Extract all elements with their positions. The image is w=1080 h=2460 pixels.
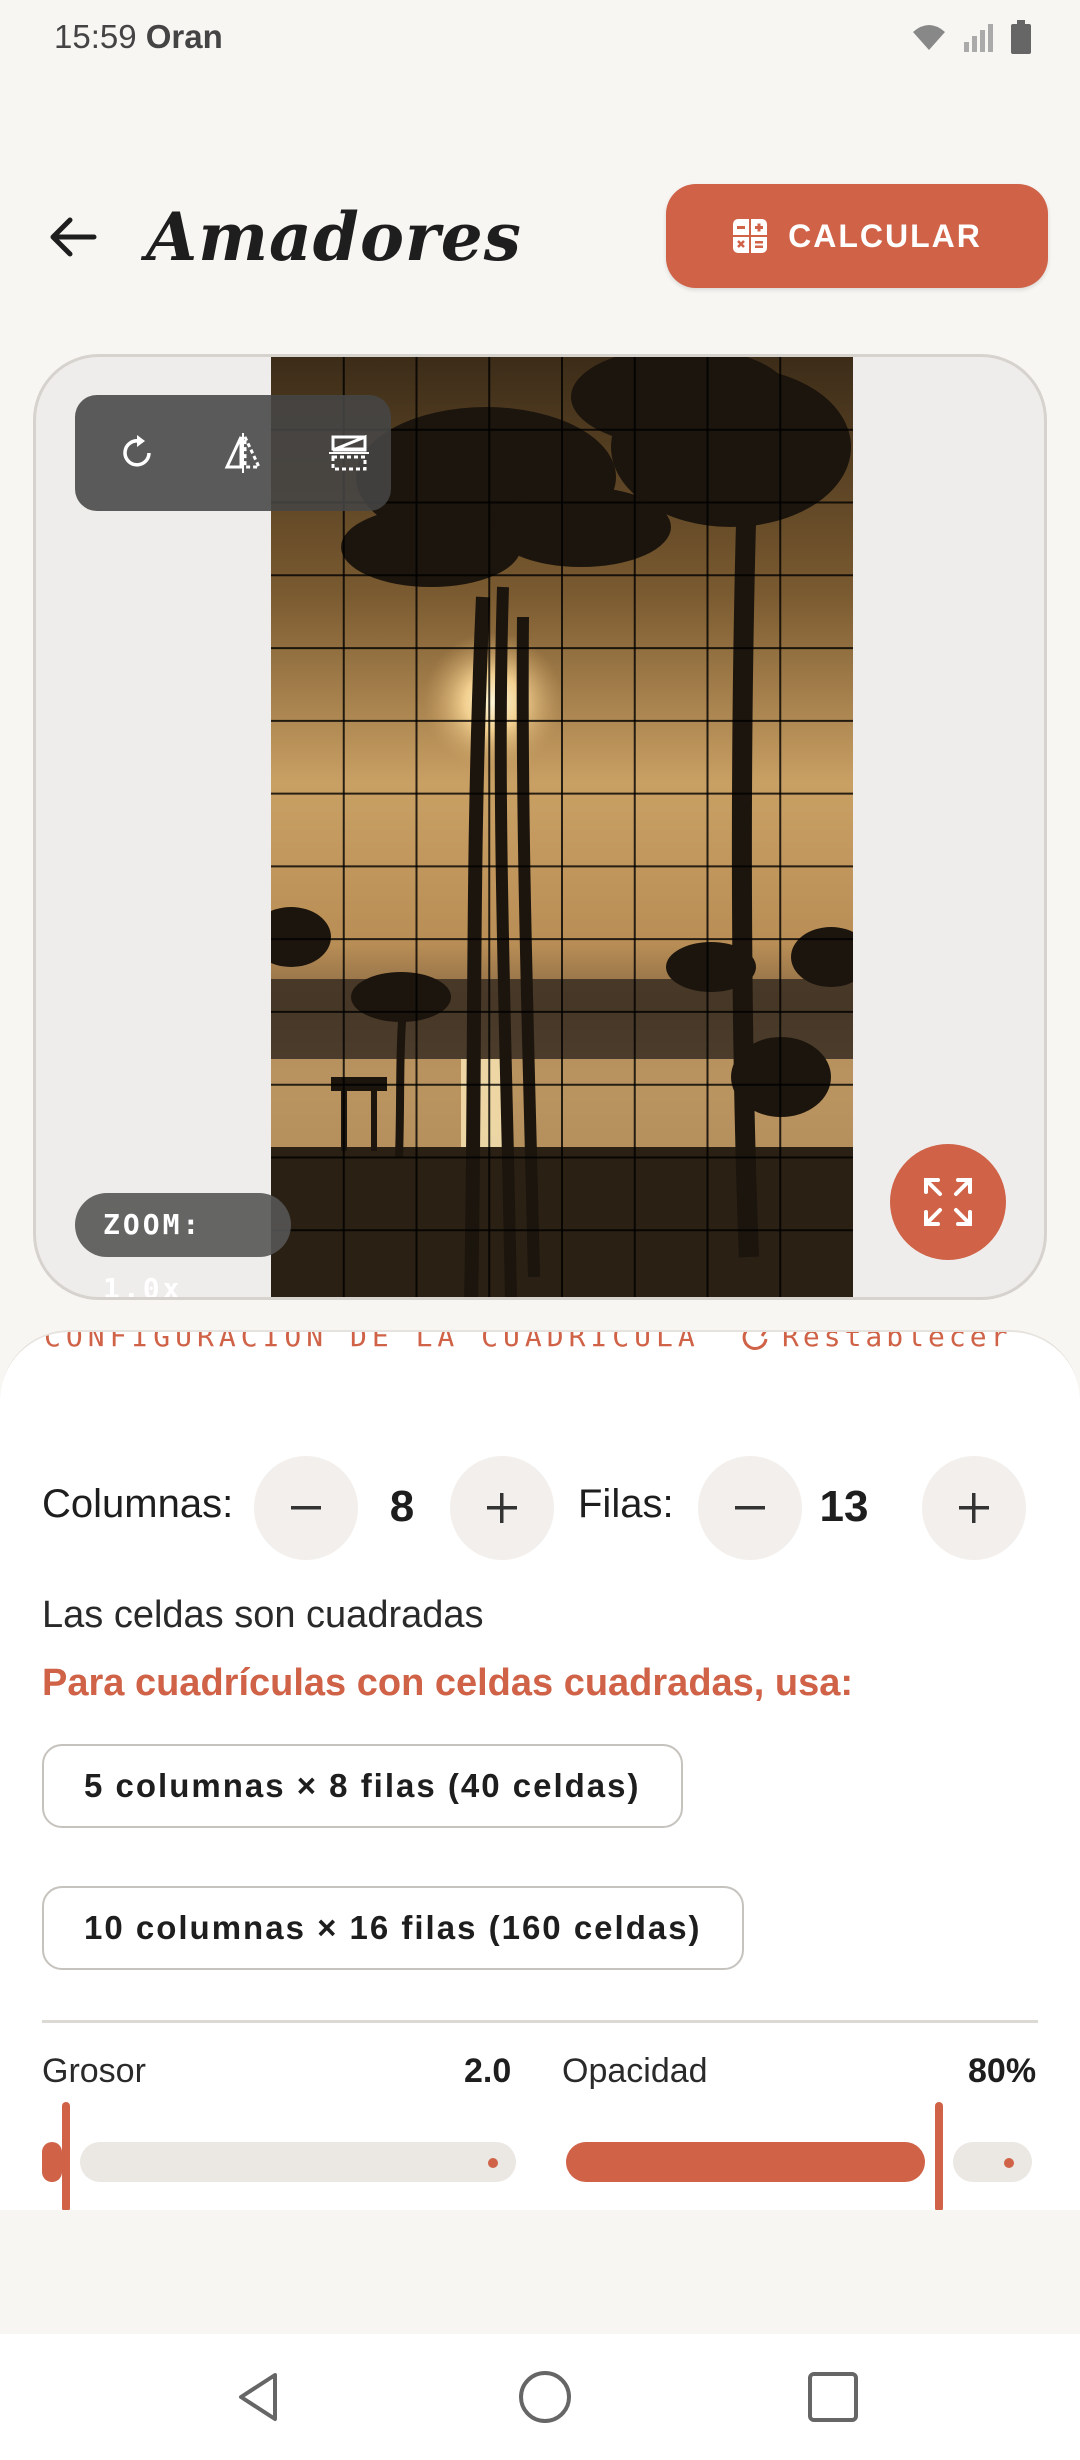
- thickness-thumb[interactable]: [62, 2102, 70, 2210]
- page-title: Amadores: [146, 198, 522, 276]
- plus-icon: [959, 1493, 989, 1523]
- reset-button[interactable]: Restablecer: [740, 1330, 1012, 1353]
- grid-steppers: Columnas: 8 Filas: 13: [42, 1456, 1042, 1566]
- flip-horizontal-button[interactable]: [217, 427, 269, 479]
- opacity-inactive-track: [953, 2142, 1032, 2182]
- calculator-icon: [733, 219, 768, 253]
- nav-back-button[interactable]: [226, 2364, 292, 2430]
- minus-icon: [291, 1506, 321, 1510]
- thickness-label: Grosor: [42, 2052, 146, 2090]
- preset-button-160[interactable]: 10 columnas × 16 filas (160 celdas): [42, 1886, 744, 1970]
- rows-label: Filas:: [578, 1482, 674, 1526]
- thickness-inactive-track: [80, 2142, 516, 2182]
- columns-label: Columnas:: [42, 1482, 234, 1526]
- opacity-label: Opacidad: [562, 2052, 708, 2090]
- reset-icon: [742, 1332, 768, 1350]
- fullscreen-icon: [924, 1178, 972, 1226]
- plus-icon: [487, 1493, 517, 1523]
- rotate-button[interactable]: [111, 427, 163, 479]
- top-app-bar: Amadores CALCULAR: [0, 180, 1080, 290]
- thickness-active-track: [42, 2142, 62, 2182]
- flip-vertical-icon: [329, 434, 369, 471]
- opacity-value: 80%: [968, 2052, 1037, 2090]
- nav-home-button[interactable]: [512, 2364, 578, 2430]
- back-triangle-icon: [239, 2373, 277, 2421]
- columns-decrease-button[interactable]: [254, 1456, 358, 1560]
- divider: [42, 2020, 1038, 2023]
- system-nav-bar: [0, 2334, 1080, 2460]
- opacity-thumb[interactable]: [935, 2102, 943, 2210]
- opacity-active-track: [566, 2142, 925, 2182]
- recents-square-icon: [808, 2372, 858, 2422]
- image-tools: [75, 395, 391, 511]
- square-cells-hint: Para cuadrículas con celdas cuadradas, u…: [42, 1662, 854, 1704]
- clock: 15:59: [54, 18, 137, 55]
- battery-icon: [1010, 20, 1032, 59]
- calculate-label: CALCULAR: [788, 217, 982, 254]
- status-icons: [910, 20, 1032, 59]
- zoom-indicator: ZOOM: 1.0x: [75, 1193, 291, 1297]
- signal-icon: [962, 22, 996, 57]
- calculate-button[interactable]: CALCULAR: [666, 184, 1048, 288]
- opacity-slider[interactable]: [566, 2102, 1032, 2210]
- grid-config-sheet: CONFIGURACIÓN DE LA CUADRÍCULA Restablec…: [0, 1330, 1080, 2210]
- image-preview[interactable]: ZOOM: 1.0x: [33, 354, 1047, 1300]
- back-button[interactable]: [46, 210, 100, 264]
- preset-button-40[interactable]: 5 columnas × 8 filas (40 celdas): [42, 1744, 683, 1828]
- rows-decrease-button[interactable]: [698, 1456, 802, 1560]
- rows-increase-button[interactable]: [922, 1456, 1026, 1560]
- carrier-name: Oran: [145, 18, 223, 55]
- minus-icon: [735, 1506, 765, 1510]
- columns-increase-button[interactable]: [450, 1456, 554, 1560]
- flip-horizontal-icon: [224, 433, 262, 473]
- thickness-stop-indicator: [488, 2158, 498, 2168]
- thickness-slider[interactable]: [42, 2102, 516, 2210]
- wifi-icon: [910, 22, 948, 57]
- rotate-icon: [123, 435, 151, 467]
- opacity-stop-indicator: [1004, 2158, 1014, 2168]
- thickness-value: 2.0: [464, 2052, 512, 2090]
- section-title: CONFIGURACIÓN DE LA CUADRÍCULA: [44, 1330, 700, 1353]
- rows-value: 13: [819, 1482, 869, 1531]
- flip-vertical-button[interactable]: [323, 427, 375, 479]
- columns-value: 8: [389, 1482, 415, 1531]
- fullscreen-button[interactable]: [890, 1144, 1006, 1260]
- home-circle-icon: [519, 2371, 571, 2423]
- status-time: 15:59 Oran: [54, 18, 223, 56]
- reset-label: Restablecer: [782, 1330, 1012, 1353]
- cells-info: Las celdas son cuadradas: [42, 1594, 484, 1636]
- nav-recents-button[interactable]: [800, 2364, 866, 2430]
- arrow-left-icon: [50, 217, 97, 257]
- status-bar: 15:59 Oran: [0, 0, 1080, 76]
